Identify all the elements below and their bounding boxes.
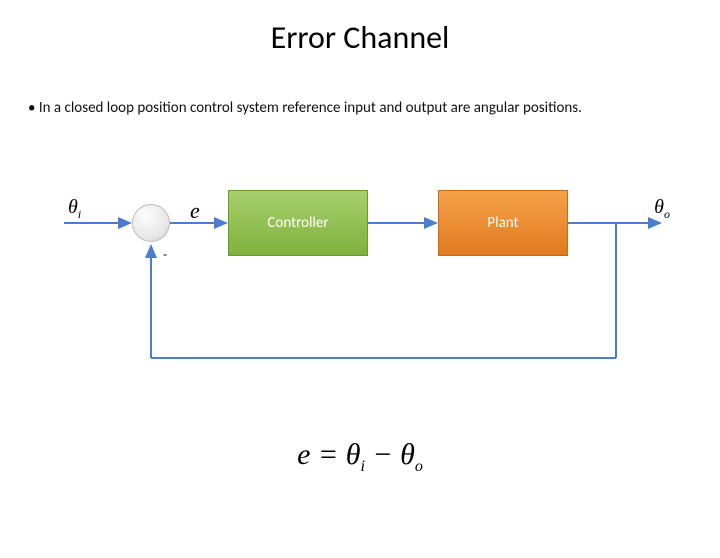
plant-block: Plant (438, 190, 568, 256)
block-diagram: θi e - Controller Plant θo (60, 168, 660, 428)
controller-block: Controller (228, 190, 368, 256)
description-text: In a closed loop position control system… (28, 98, 692, 118)
error-formula: e = θi − θo (0, 438, 720, 476)
summing-junction (132, 204, 170, 242)
page-title: Error Channel (0, 18, 720, 57)
theta-i-label: θi (68, 196, 81, 222)
minus-sign: - (163, 246, 167, 263)
error-label: e (190, 198, 200, 224)
theta-o-label: θo (654, 196, 670, 222)
